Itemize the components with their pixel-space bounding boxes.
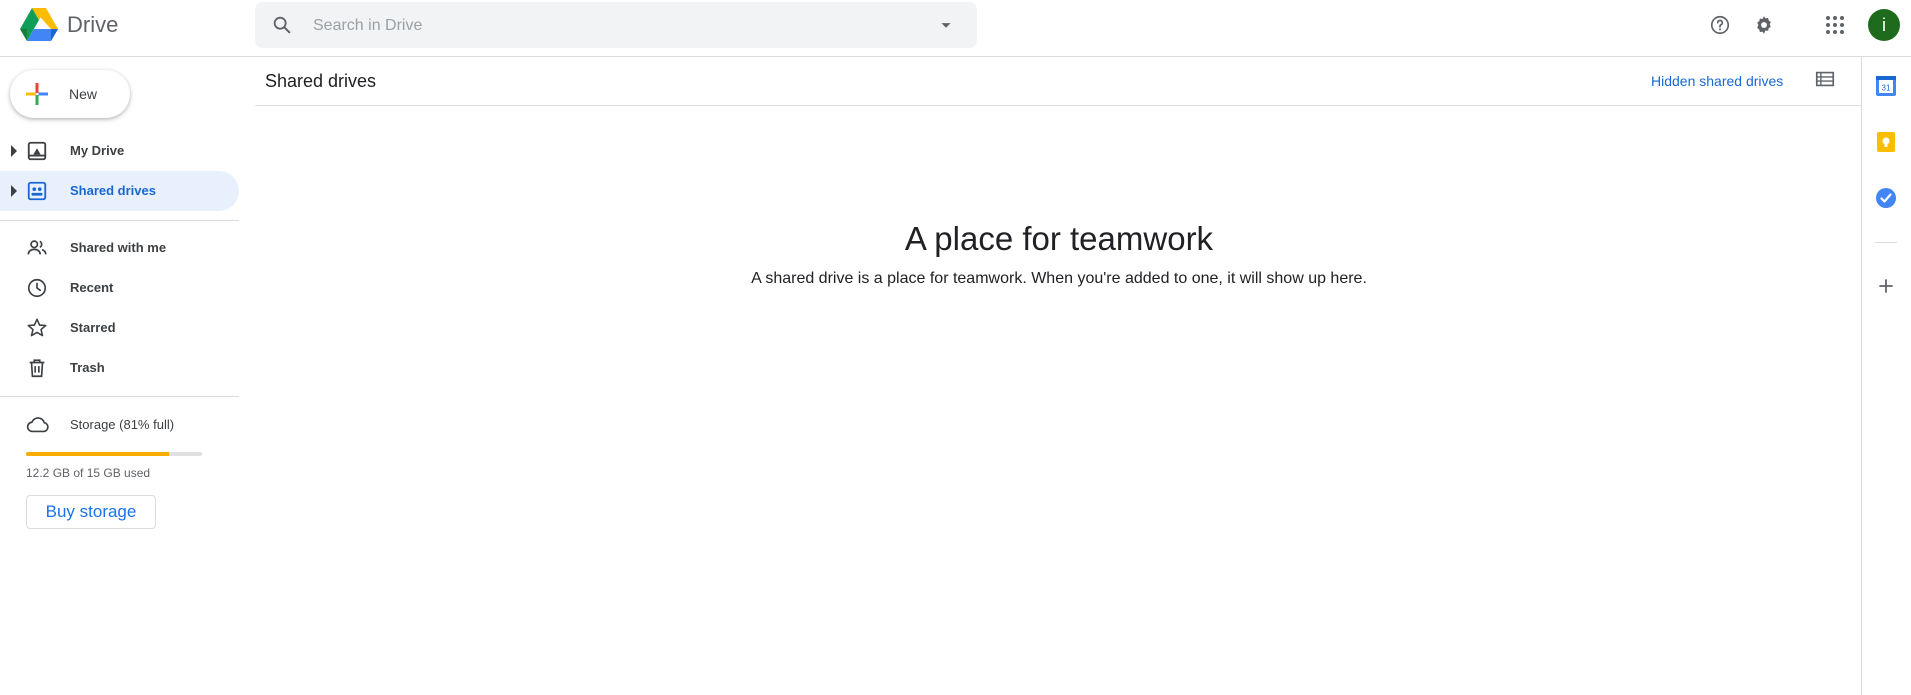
add-icon[interactable] [1874, 274, 1898, 298]
search-bar[interactable] [255, 2, 977, 50]
star-icon [26, 317, 48, 339]
clock-icon [26, 277, 48, 299]
keep-icon[interactable] [1874, 130, 1898, 154]
sidebar-item-shared-with-me[interactable]: Shared with me [0, 228, 239, 268]
sidebar-item-storage[interactable]: Storage (81% full) [0, 405, 239, 445]
new-button-label: New [69, 86, 98, 102]
sidebar-item-starred[interactable]: Starred [0, 308, 239, 348]
sidebar-item-my-drive[interactable]: My Drive [0, 131, 239, 171]
expand-caret-icon[interactable] [11, 145, 17, 157]
calendar-day: 31 [1882, 84, 1891, 93]
sidebar-divider [0, 220, 239, 221]
sidebar-item-label: Trash [70, 360, 105, 375]
storage-used-text: 12.2 GB of 15 GB used [26, 466, 151, 480]
empty-state-description: A shared drive is a place for teamwork. … [751, 270, 1367, 287]
list-view-icon[interactable] [1814, 68, 1838, 92]
buy-storage-button[interactable]: Buy storage [26, 495, 156, 529]
sidebar-item-label: Recent [70, 280, 114, 295]
drive-logo-icon[interactable] [20, 8, 58, 42]
help-icon[interactable] [1706, 11, 1734, 39]
sidebar-item-label: Starred [70, 320, 116, 335]
storage-label: Storage (81% full) [70, 417, 175, 432]
cloud-icon [26, 414, 49, 436]
expand-caret-icon[interactable] [11, 185, 17, 197]
search-input[interactable] [311, 2, 895, 50]
sidebar-divider [0, 396, 239, 397]
search-options-dropdown-icon[interactable] [935, 14, 957, 36]
top-bar: Drive i [0, 0, 1911, 57]
new-button[interactable]: New [10, 70, 130, 118]
sidebar-item-shared-drives[interactable]: Shared drives [0, 171, 239, 211]
calendar-icon[interactable]: 31 [1874, 74, 1898, 98]
storage-progress-fill [26, 452, 169, 456]
sidebar-item-label: Shared drives [70, 183, 156, 198]
settings-icon[interactable] [1750, 11, 1778, 39]
shared-drives-icon [26, 180, 48, 202]
people-icon [26, 237, 48, 259]
app-title[interactable]: Drive [67, 12, 118, 38]
side-panel: 31 [1861, 57, 1911, 695]
avatar[interactable]: i [1868, 9, 1900, 41]
sidebar-item-label: My Drive [70, 143, 125, 158]
plus-icon [26, 83, 49, 105]
apps-grid-icon[interactable] [1821, 11, 1849, 39]
sidebar-item-recent[interactable]: Recent [0, 268, 239, 308]
storage-progress-bar [26, 452, 202, 456]
trash-icon [26, 357, 48, 379]
side-panel-divider [1875, 242, 1897, 243]
header-divider [255, 105, 1861, 106]
hidden-shared-drives-link[interactable]: Hidden shared drives [1651, 73, 1783, 89]
tasks-icon[interactable] [1874, 186, 1898, 210]
my-drive-icon [26, 140, 48, 162]
sidebar-item-label: Shared with me [70, 240, 167, 255]
empty-state-title: A place for teamwork [904, 220, 1214, 257]
search-icon[interactable] [271, 14, 293, 36]
sidebar-item-trash[interactable]: Trash [0, 348, 239, 388]
page-title: Shared drives [265, 71, 377, 91]
